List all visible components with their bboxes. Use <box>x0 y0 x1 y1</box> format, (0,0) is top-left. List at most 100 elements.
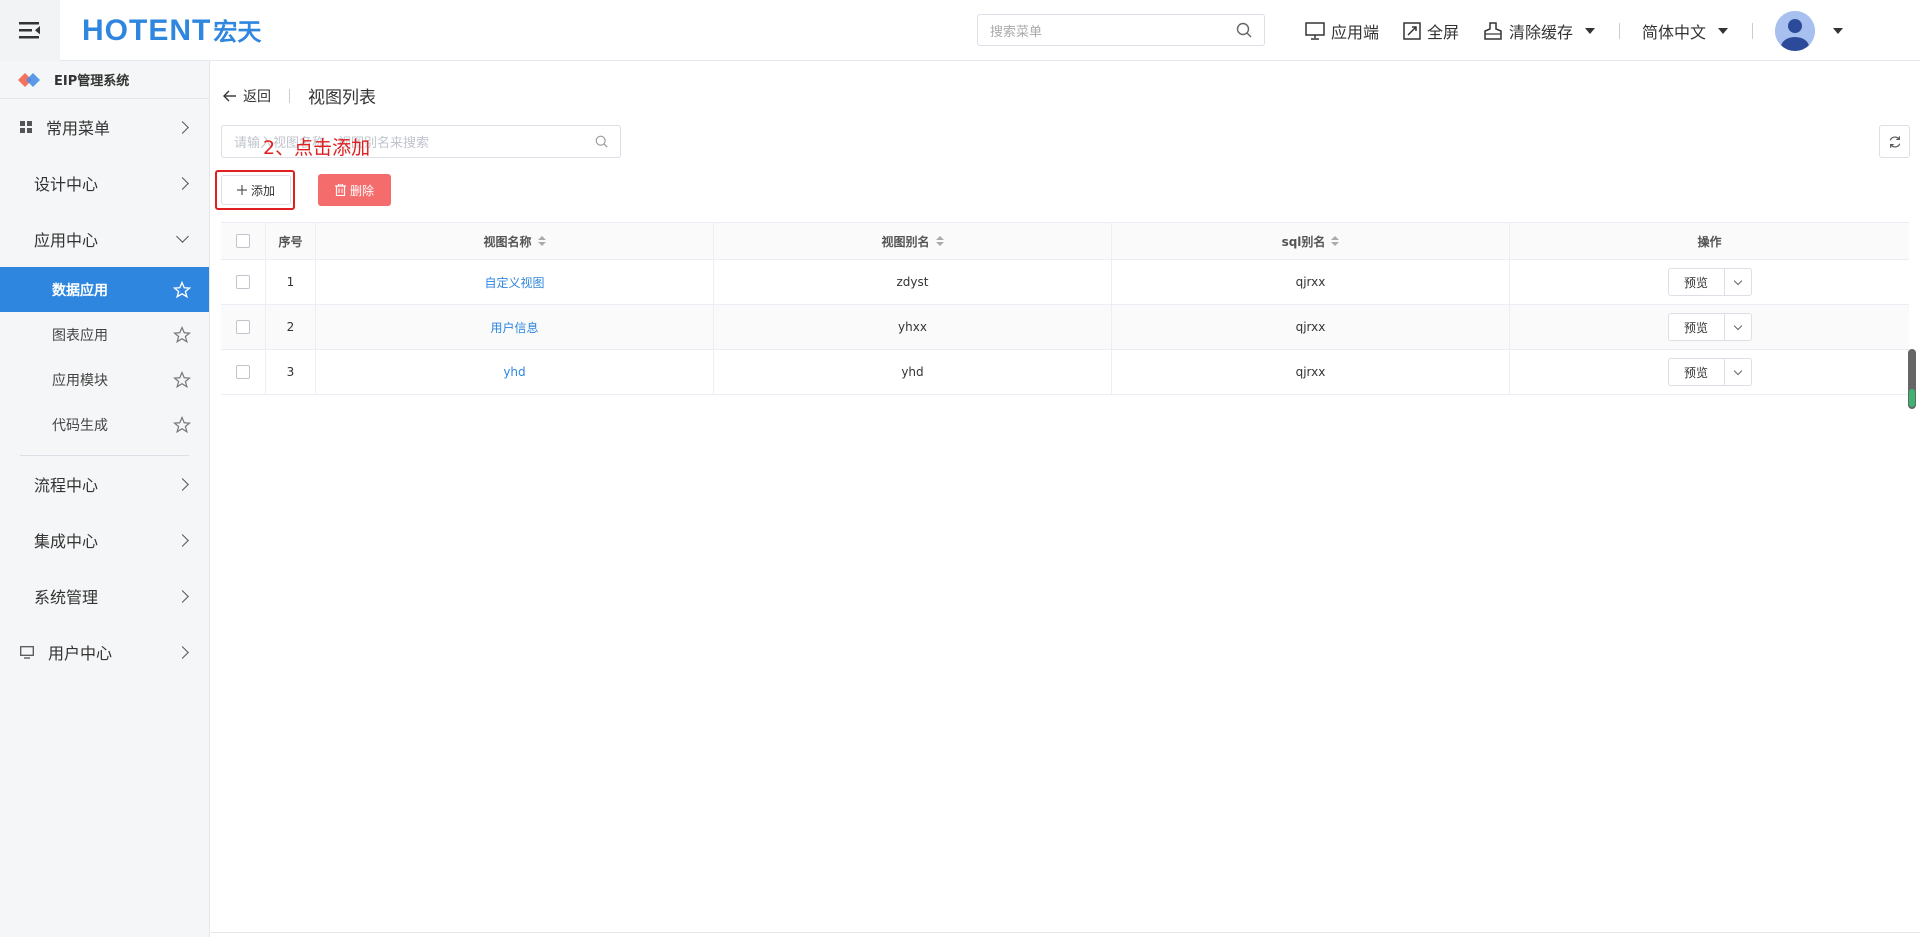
monitor-icon <box>1305 21 1325 40</box>
sidebar-item-label: 代码生成 <box>52 417 108 434</box>
header-cell-sortable[interactable]: 视图名称 <box>316 223 714 259</box>
name-cell: yhd <box>316 350 714 394</box>
sidebar-item-data-app[interactable]: 数据应用 <box>0 267 209 312</box>
row-checkbox[interactable] <box>236 320 250 334</box>
sidebar-item-user-center[interactable]: 用户中心 <box>0 624 209 680</box>
header-cell: 序号 <box>266 223 316 259</box>
star-icon[interactable] <box>173 415 191 434</box>
name-cell: 用户信息 <box>316 305 714 349</box>
header-sql: sql别名 <box>1281 234 1326 249</box>
table-header-row: 序号 视图名称 视图别名 sql别名 操作 <box>221 223 1909 260</box>
sort-icon[interactable] <box>537 236 546 246</box>
header-cell-sortable[interactable]: sql别名 <box>1112 223 1510 259</box>
view-name-link[interactable]: 自定义视图 <box>484 274 544 291</box>
more-actions-dropdown[interactable] <box>1725 359 1751 385</box>
sidebar-item-label: 设计中心 <box>34 175 99 194</box>
fullscreen-icon <box>1403 21 1421 40</box>
page-scrollbar[interactable] <box>1908 349 1916 409</box>
chevron-right-icon <box>176 176 189 190</box>
delete-label: 删除 <box>349 183 374 198</box>
language-label: 简体中文 <box>1642 22 1707 42</box>
menu-fold-icon <box>19 22 40 39</box>
clear-cache-dropdown[interactable]: 清除缓存 <box>1483 19 1596 43</box>
sidebar-item-integration-center[interactable]: 集成中心 <box>0 512 209 568</box>
divider <box>1752 22 1754 39</box>
header-cell-sortable[interactable]: 视图别名 <box>714 223 1112 259</box>
preview-button[interactable]: 预览 <box>1669 314 1725 340</box>
star-icon[interactable] <box>173 280 191 299</box>
select-all-checkbox[interactable] <box>236 234 250 248</box>
more-actions-dropdown[interactable] <box>1725 314 1751 340</box>
chevron-right-icon <box>176 645 189 659</box>
sidebar-item-label: 集成中心 <box>34 532 99 551</box>
main-content: 返回 视图列表 请输入视图名称、视图别名来搜索 2、点击添加 添加 删除 序号 … <box>211 61 1920 937</box>
caret-down-icon <box>1833 27 1844 34</box>
annotation-text: 2、点击添加 <box>263 137 371 159</box>
logo: HOTENT 宏天 <box>82 12 261 48</box>
app-end-button[interactable]: 应用端 <box>1305 19 1379 43</box>
op-cell: 预览 <box>1510 305 1909 349</box>
view-name-link[interactable]: 用户信息 <box>490 319 538 336</box>
search-icon <box>1236 22 1252 38</box>
sidebar-item-chart-app[interactable]: 图表应用 <box>0 312 209 357</box>
sidebar-item-label: 用户中心 <box>48 644 113 663</box>
row-checkbox[interactable] <box>236 275 250 289</box>
delete-button[interactable]: 删除 <box>318 174 391 206</box>
op-cell: 预览 <box>1510 260 1909 304</box>
alias-cell: zdyst <box>714 260 1112 304</box>
preview-split-button: 预览 <box>1667 358 1752 386</box>
add-label: 添加 <box>250 183 275 198</box>
alias-cell: yhd <box>714 350 1112 394</box>
sidebar-item-code-gen[interactable]: 代码生成 <box>0 402 209 447</box>
fullscreen-button[interactable]: 全屏 <box>1403 19 1459 43</box>
preview-button[interactable]: 预览 <box>1669 359 1725 385</box>
views-table: 序号 视图名称 视图别名 sql别名 操作 1 自定义视图 zdyst qjrx… <box>221 222 1909 395</box>
preview-button[interactable]: 预览 <box>1669 269 1725 295</box>
back-button[interactable]: 返回 <box>223 86 271 106</box>
header-cell: 操作 <box>1510 223 1909 259</box>
sidebar-item-app-module[interactable]: 应用模块 <box>0 357 209 402</box>
user-avatar-icon <box>1775 10 1816 51</box>
system-logo-icon <box>18 72 40 87</box>
scrollbar-thumb[interactable] <box>1909 389 1915 407</box>
trash-icon <box>334 184 346 196</box>
caret-down-icon <box>1585 27 1596 34</box>
menu-toggle-button[interactable] <box>0 0 60 61</box>
refresh-button[interactable] <box>1879 125 1910 158</box>
sort-icon[interactable] <box>935 236 944 246</box>
sidebar-item-flow-center[interactable]: 流程中心 <box>0 456 209 512</box>
monitor-icon <box>20 645 34 659</box>
table-row: 2 用户信息 yhxx qjrxx 预览 <box>221 305 1909 350</box>
star-icon[interactable] <box>173 370 191 389</box>
sidebar-item-label: 系统管理 <box>34 588 99 607</box>
clear-cache-label: 清除缓存 <box>1509 22 1574 42</box>
system-title: EIP管理系统 <box>0 61 209 99</box>
sort-icon[interactable] <box>1331 236 1340 246</box>
sidebar-item-common-menu[interactable]: 常用菜单 <box>0 99 209 155</box>
header-name: 视图名称 <box>483 234 532 249</box>
header-actions: 应用端 全屏 清除缓存 简体中文 <box>1305 0 1867 61</box>
star-icon[interactable] <box>173 325 191 344</box>
sidebar-item-system-management[interactable]: 系统管理 <box>0 568 209 624</box>
index-cell: 3 <box>266 350 316 394</box>
chevron-right-icon <box>176 589 189 603</box>
index-cell: 1 <box>266 260 316 304</box>
chevron-right-icon <box>176 120 189 134</box>
search-icon <box>595 135 608 148</box>
add-button[interactable]: 添加 <box>221 175 291 205</box>
user-dropdown[interactable] <box>1775 10 1844 51</box>
more-actions-dropdown[interactable] <box>1725 269 1751 295</box>
page-title: 视图列表 <box>308 88 376 108</box>
row-checkbox[interactable] <box>236 365 250 379</box>
table-row: 1 自定义视图 zdyst qjrxx 预览 <box>221 260 1909 305</box>
op-cell: 预览 <box>1510 350 1909 394</box>
sidebar-item-app-center[interactable]: 应用中心 <box>0 211 209 267</box>
menu-search-input[interactable]: 搜索菜单 <box>977 14 1265 46</box>
sidebar-item-design-center[interactable]: 设计中心 <box>0 155 209 211</box>
sidebar-item-label: 常用菜单 <box>46 119 111 138</box>
view-name-link[interactable]: yhd <box>503 365 525 379</box>
system-name: EIP管理系统 <box>54 74 130 89</box>
row-select-cell <box>221 305 266 349</box>
breadcrumb-divider <box>289 88 290 103</box>
language-dropdown[interactable]: 简体中文 <box>1642 19 1729 43</box>
